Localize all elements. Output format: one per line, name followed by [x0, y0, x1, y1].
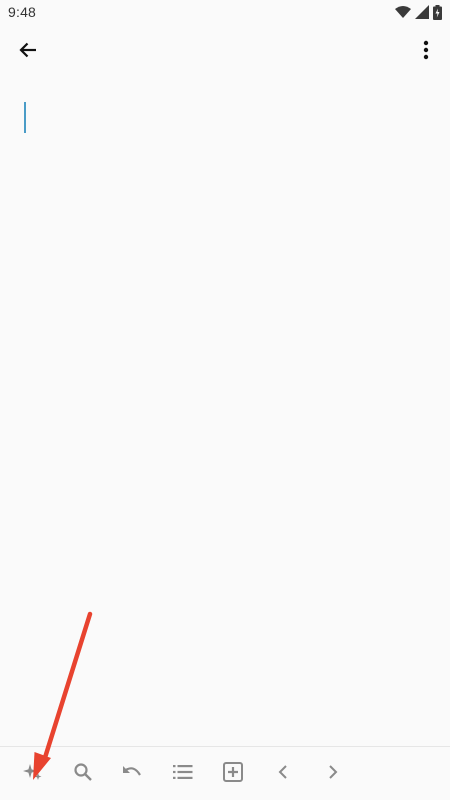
screen: 9:48 — [0, 0, 450, 800]
chevron-left-icon — [277, 764, 289, 780]
undo-icon — [121, 763, 143, 781]
battery-charging-icon — [433, 4, 442, 20]
arrow-back-icon — [18, 40, 38, 65]
more-vert-icon — [423, 40, 429, 65]
note-text-field[interactable] — [24, 102, 424, 132]
list-icon — [173, 764, 193, 780]
search-button[interactable] — [70, 759, 96, 785]
status-bar: 9:48 — [0, 0, 450, 24]
previous-button[interactable] — [270, 759, 296, 785]
note-editor[interactable] — [0, 80, 450, 746]
status-time: 9:48 — [8, 4, 37, 20]
chevron-right-icon — [327, 764, 339, 780]
signal-icon — [415, 5, 429, 19]
wifi-icon — [395, 5, 411, 19]
text-cursor — [24, 102, 26, 133]
undo-button[interactable] — [119, 759, 145, 785]
next-button[interactable] — [320, 759, 346, 785]
search-icon — [73, 762, 93, 782]
status-icons — [395, 4, 442, 20]
list-button[interactable] — [170, 759, 196, 785]
bottom-toolbar — [0, 746, 450, 800]
ai-sparkle-icon — [22, 761, 44, 783]
add-box-button[interactable] — [220, 759, 246, 785]
back-button[interactable] — [12, 36, 44, 68]
app-bar — [0, 24, 450, 80]
ai-assist-button[interactable] — [20, 759, 46, 785]
add-box-icon — [222, 761, 244, 783]
more-options-button[interactable] — [410, 36, 442, 68]
